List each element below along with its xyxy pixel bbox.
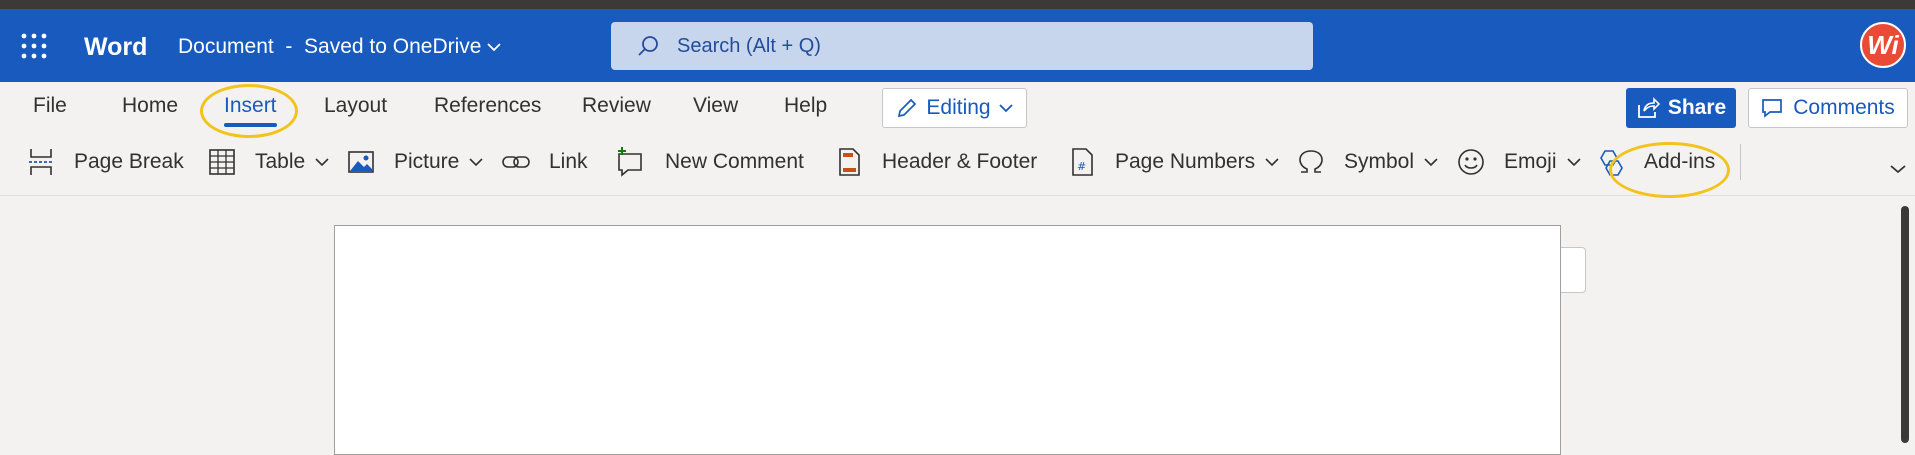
- chevron-down-icon: [1424, 158, 1438, 167]
- svg-text:#: #: [1077, 160, 1086, 173]
- table-button[interactable]: Table: [207, 140, 329, 184]
- title-bar: Word Document - Saved to OneDrive Wi: [0, 9, 1915, 82]
- app-launcher-icon[interactable]: [21, 33, 47, 59]
- window-top-strip: [0, 0, 1915, 9]
- search-box[interactable]: [611, 22, 1313, 70]
- document-title: Document - Saved to OneDrive: [178, 35, 482, 58]
- link-label: Link: [549, 150, 588, 173]
- tab-references[interactable]: References: [434, 94, 541, 118]
- add-ins-icon: [1600, 150, 1623, 176]
- add-ins-button[interactable]: Add-ins: [1596, 140, 1715, 184]
- comments-label: Comments: [1793, 96, 1895, 119]
- page-numbers-label: Page Numbers: [1115, 150, 1256, 173]
- comment-icon: [1762, 99, 1783, 118]
- chevron-down-icon: [315, 158, 329, 167]
- page-numbers-icon: #: [1072, 148, 1093, 176]
- emoji-button[interactable]: Emoji: [1456, 140, 1581, 184]
- new-comment-label: New Comment: [665, 150, 804, 173]
- page-break-label: Page Break: [74, 150, 184, 173]
- tab-file[interactable]: File: [33, 94, 67, 118]
- editing-mode-label: Editing: [926, 96, 991, 119]
- insert-ribbon: Page Break Table Picture Link New Commen…: [0, 132, 1915, 192]
- tab-layout[interactable]: Layout: [324, 94, 387, 118]
- page-side-tab[interactable]: [1561, 247, 1586, 293]
- comments-button[interactable]: Comments: [1748, 88, 1908, 128]
- search-input[interactable]: [675, 33, 1239, 59]
- emoji-label: Emoji: [1504, 150, 1557, 173]
- link-button[interactable]: Link: [501, 140, 588, 184]
- tab-view[interactable]: View: [693, 94, 738, 118]
- vertical-scrollbar[interactable]: [1901, 206, 1909, 443]
- page-break-icon: [29, 149, 53, 175]
- tab-help[interactable]: Help: [784, 94, 827, 118]
- picture-label: Picture: [394, 150, 460, 173]
- new-comment-button[interactable]: New Comment: [615, 140, 804, 184]
- chevron-down-icon: [469, 158, 483, 167]
- pencil-icon: [898, 98, 917, 118]
- symbol-button[interactable]: Symbol: [1296, 140, 1438, 184]
- header-footer-icon: [839, 148, 860, 176]
- document-page[interactable]: [334, 225, 1561, 455]
- picture-button[interactable]: Picture: [346, 140, 483, 184]
- header-footer-label: Header & Footer: [882, 150, 1038, 173]
- share-icon: [1637, 97, 1660, 118]
- page-break-button[interactable]: Page Break: [26, 140, 184, 184]
- page-numbers-button[interactable]: # Page Numbers: [1067, 140, 1279, 184]
- editing-mode-button[interactable]: Editing: [882, 88, 1027, 128]
- ribbon-separator: [1740, 144, 1741, 180]
- tab-home[interactable]: Home: [122, 94, 178, 118]
- share-label: Share: [1667, 96, 1727, 119]
- share-button[interactable]: Share: [1626, 88, 1736, 128]
- tab-review[interactable]: Review: [582, 94, 651, 118]
- ribbon-collapse-chevron-icon[interactable]: [1890, 164, 1906, 174]
- chevron-down-icon: [487, 43, 502, 52]
- app-name[interactable]: Word: [84, 33, 147, 62]
- omega-icon: [1299, 150, 1323, 173]
- chevron-down-icon: [1265, 158, 1279, 167]
- tab-insert[interactable]: Insert: [224, 94, 277, 127]
- table-label: Table: [255, 150, 306, 173]
- symbol-label: Symbol: [1344, 150, 1415, 173]
- document-canvas: [0, 196, 1915, 455]
- emoji-icon: [1458, 149, 1484, 175]
- new-comment-icon: [618, 147, 642, 177]
- avatar[interactable]: Wi: [1860, 22, 1906, 68]
- tab-bar: File Home Insert Layout References Revie…: [0, 82, 1915, 132]
- chevron-down-icon: [998, 104, 1013, 113]
- add-ins-label: Add-ins: [1644, 150, 1716, 173]
- header-footer-button[interactable]: Header & Footer: [834, 140, 1037, 184]
- table-icon: [209, 149, 235, 175]
- picture-icon: [348, 151, 374, 173]
- search-icon: [638, 36, 658, 56]
- link-icon: [502, 156, 530, 168]
- document-title-button[interactable]: Document - Saved to OneDrive: [178, 35, 502, 59]
- chevron-down-icon: [1566, 158, 1581, 167]
